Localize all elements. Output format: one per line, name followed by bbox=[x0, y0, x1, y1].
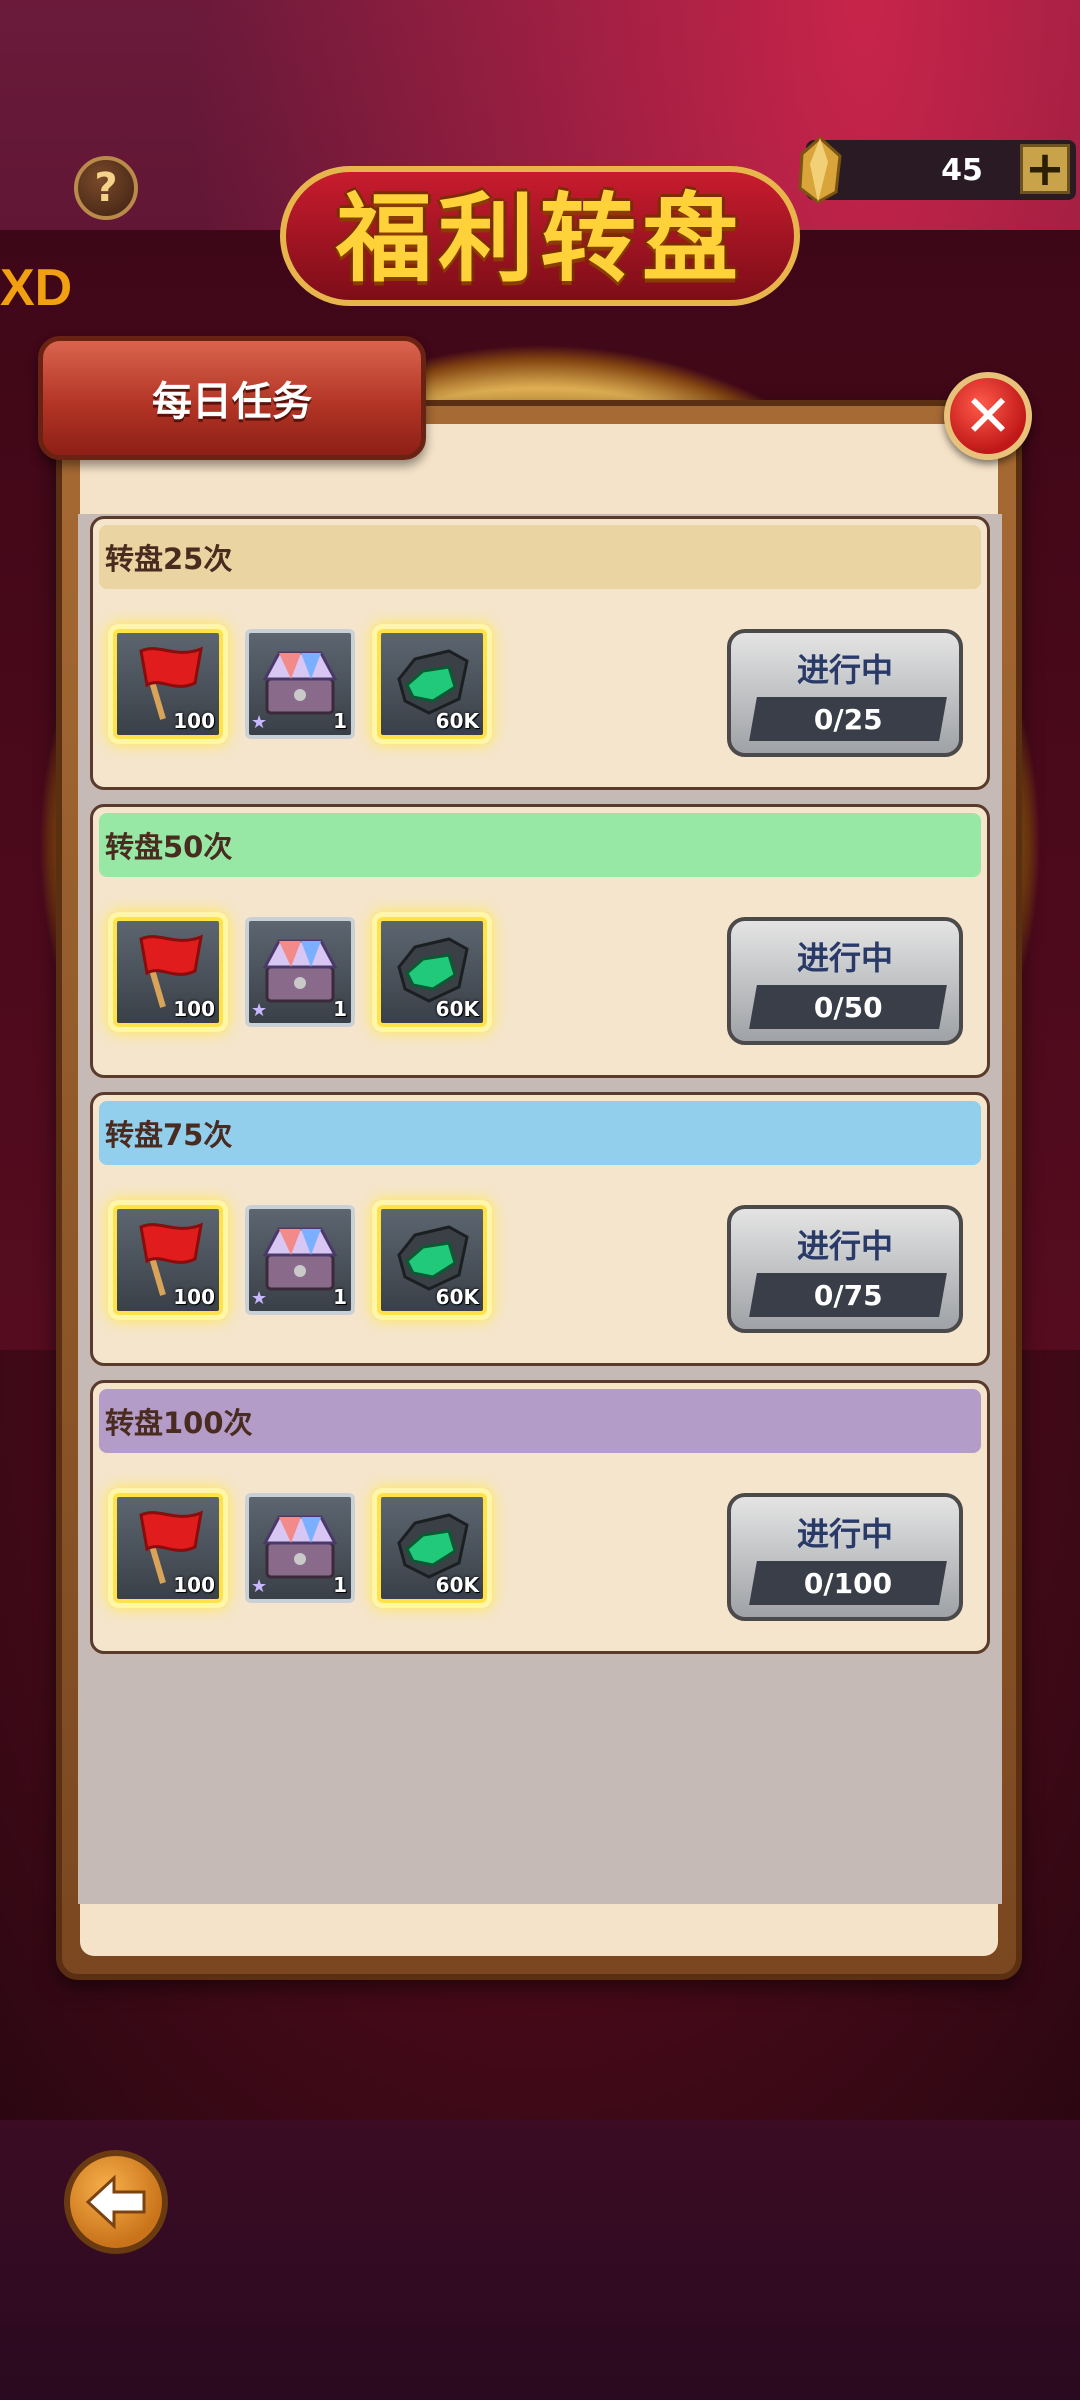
task-status-button[interactable]: 进行中 0/100 bbox=[727, 1493, 963, 1621]
reward-count: 60K bbox=[435, 997, 479, 1021]
reward-item[interactable]: ★ 1 bbox=[245, 629, 355, 739]
reward-count: 60K bbox=[435, 709, 479, 733]
reward-item[interactable]: 100 bbox=[113, 1493, 223, 1603]
title-banner: 福利转盘 bbox=[270, 140, 810, 320]
page-title: 福利转盘 bbox=[336, 181, 744, 295]
task-progress-bar: 0/75 bbox=[749, 1273, 947, 1317]
reward-count: 60K bbox=[435, 1285, 479, 1309]
currency-value: 45 bbox=[941, 152, 983, 188]
reward-count: 1 bbox=[333, 1285, 347, 1309]
task-progress-text: 0/25 bbox=[813, 702, 883, 736]
task-title: 转盘100次 bbox=[105, 1406, 253, 1440]
reward-count: 60K bbox=[435, 1573, 479, 1597]
tab-daily-tasks[interactable]: 每日任务 bbox=[38, 336, 426, 460]
reward-item[interactable]: 100 bbox=[113, 917, 223, 1027]
gold-crystal-icon bbox=[798, 136, 842, 204]
task-title-strip: 转盘50次 bbox=[99, 813, 981, 877]
gem-chest-icon bbox=[262, 1515, 338, 1579]
close-icon: ✕ bbox=[963, 382, 1013, 450]
task-card: 转盘25次 100 ★ 1 60K 进行中 0/25 bbox=[90, 516, 990, 790]
task-title-strip: 转盘100次 bbox=[99, 1389, 981, 1453]
star-icon: ★ bbox=[251, 712, 268, 733]
task-title-strip: 转盘75次 bbox=[99, 1101, 981, 1165]
star-icon: ★ bbox=[251, 1576, 268, 1597]
back-arrow-icon bbox=[85, 2174, 146, 2230]
task-status-label: 进行中 bbox=[796, 939, 893, 977]
task-status-label: 进行中 bbox=[796, 1227, 893, 1265]
reward-item[interactable]: 60K bbox=[377, 1205, 487, 1315]
gem-chest-icon bbox=[262, 1227, 338, 1291]
task-card: 转盘50次 100 ★ 1 60K 进行中 0/50 bbox=[90, 804, 990, 1078]
task-status-label: 进行中 bbox=[796, 651, 893, 689]
reward-item[interactable]: 100 bbox=[113, 629, 223, 739]
task-progress-bar: 0/100 bbox=[749, 1561, 947, 1605]
task-status-button[interactable]: 进行中 0/25 bbox=[727, 629, 963, 757]
back-button[interactable] bbox=[64, 2150, 168, 2254]
task-card: 转盘100次 100 ★ 1 60K 进行中 0/100 bbox=[90, 1380, 990, 1654]
reward-item[interactable]: 60K bbox=[377, 629, 487, 739]
task-progress-text: 0/75 bbox=[813, 1278, 883, 1312]
reward-item[interactable]: 100 bbox=[113, 1205, 223, 1315]
reward-item[interactable]: 60K bbox=[377, 917, 487, 1027]
task-title: 转盘50次 bbox=[105, 830, 233, 864]
task-title: 转盘75次 bbox=[105, 1118, 233, 1152]
gem-chest-icon bbox=[262, 651, 338, 715]
reward-count: 100 bbox=[173, 1573, 215, 1597]
background-bottom bbox=[0, 2120, 1080, 2400]
reward-item[interactable]: ★ 1 bbox=[245, 1493, 355, 1603]
task-title-strip: 转盘25次 bbox=[99, 525, 981, 589]
task-status-button[interactable]: 进行中 0/50 bbox=[727, 917, 963, 1045]
task-progress-bar: 0/25 bbox=[749, 697, 947, 741]
task-progress-text: 0/100 bbox=[803, 1566, 893, 1600]
star-icon: ★ bbox=[251, 1288, 268, 1309]
task-title: 转盘25次 bbox=[105, 542, 233, 576]
reward-item[interactable]: ★ 1 bbox=[245, 1205, 355, 1315]
close-button[interactable]: ✕ bbox=[944, 372, 1032, 460]
currency-display: 45 + bbox=[798, 136, 1076, 204]
help-button[interactable]: ? bbox=[74, 156, 138, 220]
task-card: 转盘75次 100 ★ 1 60K 进行中 0/75 bbox=[90, 1092, 990, 1366]
task-status-button[interactable]: 进行中 0/75 bbox=[727, 1205, 963, 1333]
task-progress-bar: 0/50 bbox=[749, 985, 947, 1029]
reward-count: 1 bbox=[333, 1573, 347, 1597]
add-currency-button[interactable]: + bbox=[1020, 144, 1070, 194]
star-icon: ★ bbox=[251, 1000, 268, 1021]
reward-count: 1 bbox=[333, 709, 347, 733]
reward-count: 100 bbox=[173, 997, 215, 1021]
reward-count: 1 bbox=[333, 997, 347, 1021]
reward-item[interactable]: 60K bbox=[377, 1493, 487, 1603]
partial-background-text: XD bbox=[0, 259, 73, 317]
reward-count: 100 bbox=[173, 1285, 215, 1309]
gem-chest-icon bbox=[262, 939, 338, 1003]
task-status-label: 进行中 bbox=[796, 1515, 893, 1553]
tab-daily-tasks-label: 每日任务 bbox=[152, 379, 312, 425]
task-progress-text: 0/50 bbox=[813, 990, 883, 1024]
reward-item[interactable]: ★ 1 bbox=[245, 917, 355, 1027]
reward-count: 100 bbox=[173, 709, 215, 733]
